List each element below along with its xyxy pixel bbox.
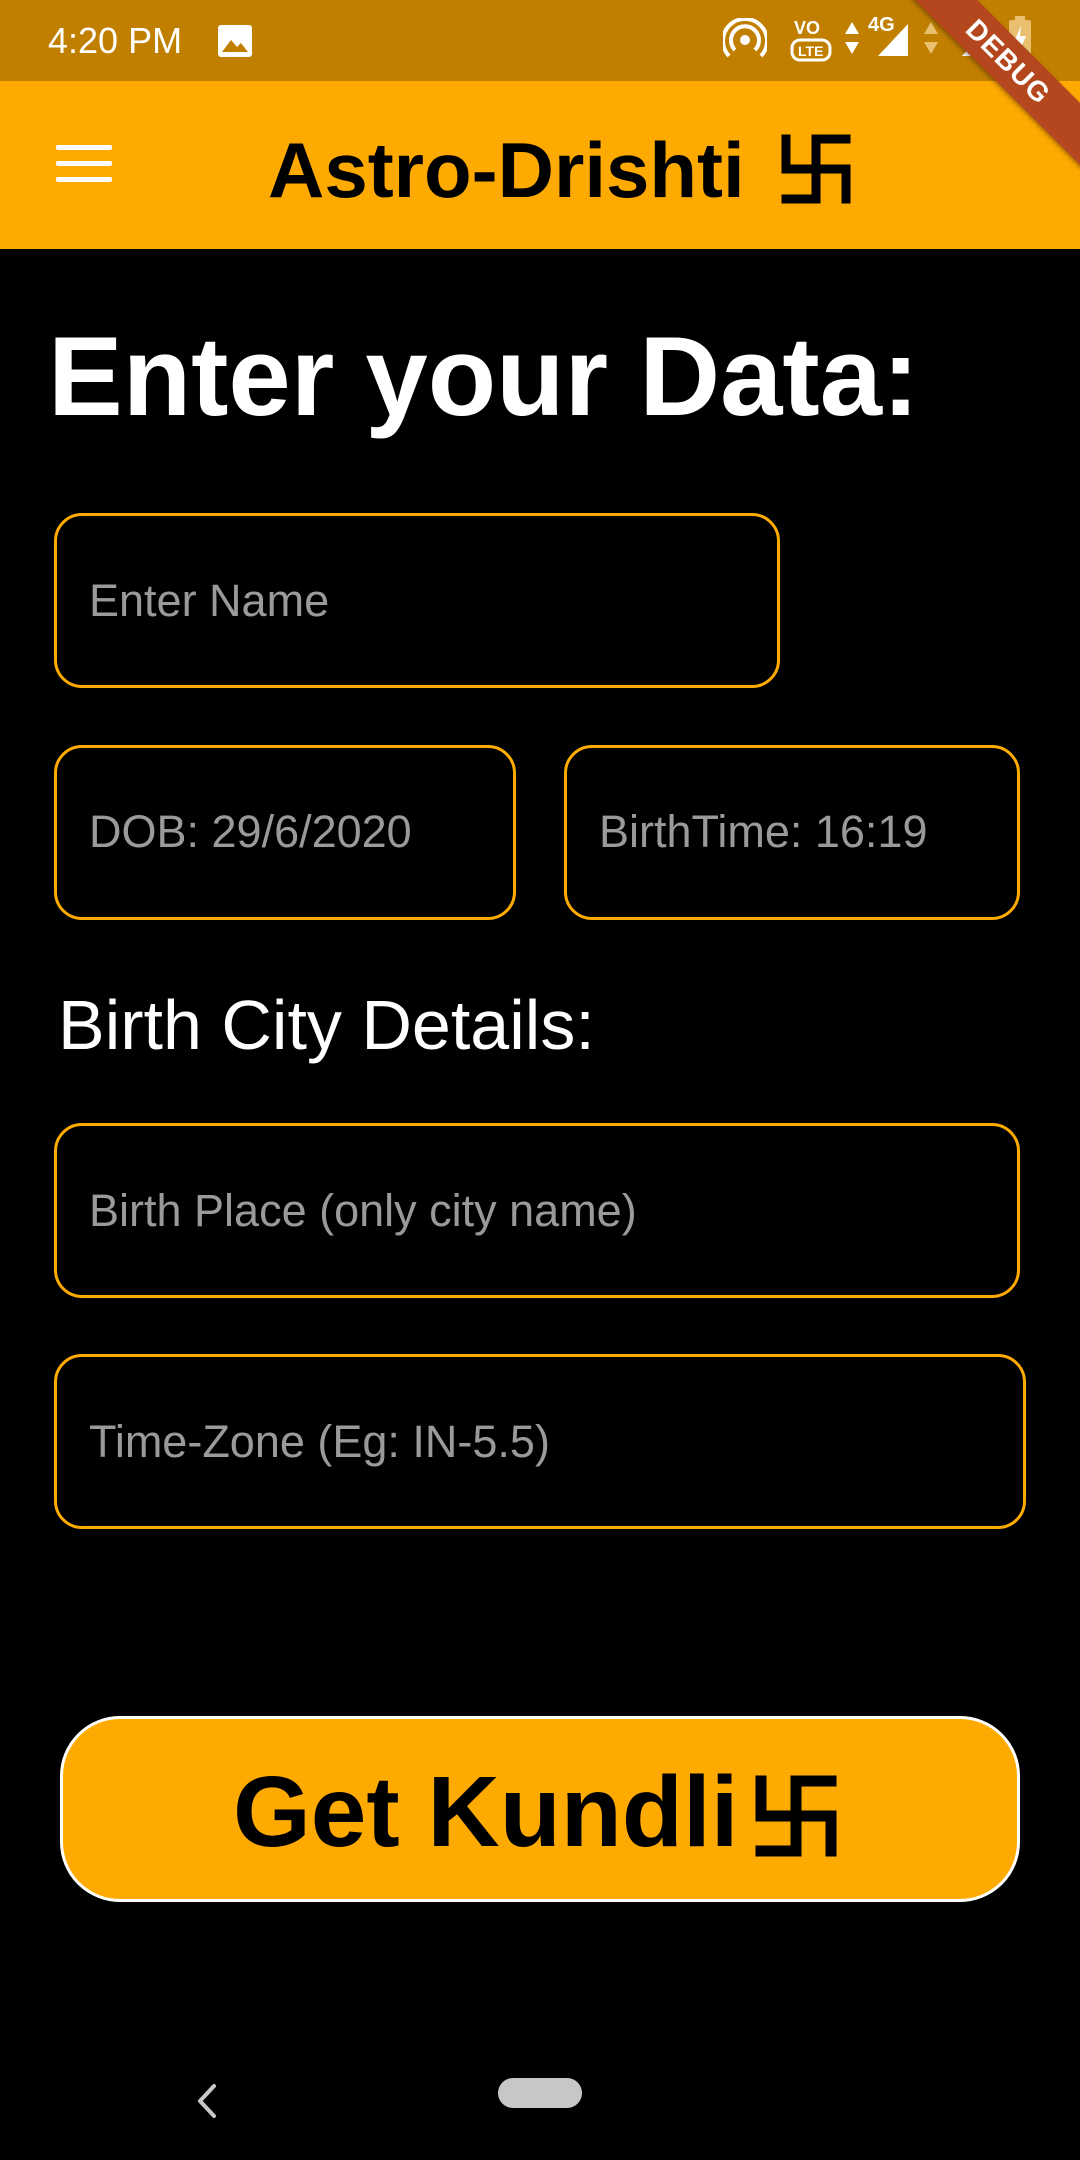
birth-city-section-heading: Birth City Details: — [58, 986, 595, 1064]
screen: 4:20 PM VO LTE 4G DEBUG Astro-Drishti En… — [0, 0, 1080, 2160]
svg-text:VO: VO — [794, 18, 820, 38]
app-bar: Astro-Drishti — [0, 81, 1080, 249]
swastika-symbol-icon — [781, 134, 851, 204]
app-title: Astro-Drishti — [268, 126, 745, 214]
menu-icon[interactable] — [56, 143, 112, 185]
timezone-input[interactable] — [89, 1357, 1005, 1526]
back-icon[interactable] — [192, 2080, 222, 2122]
timezone-field[interactable] — [54, 1354, 1026, 1529]
get-kundli-label: Get Kundli — [233, 1756, 739, 1868]
status-time: 4:20 PM — [48, 20, 183, 61]
birthplace-input[interactable] — [89, 1126, 999, 1295]
dob-field[interactable]: DOB: 29/6/2020 — [54, 745, 516, 920]
swastika-symbol-icon — [755, 1775, 837, 1857]
name-field[interactable] — [54, 513, 780, 688]
gallery-icon — [218, 25, 252, 57]
status-bar: 4:20 PM VO LTE 4G — [0, 0, 1080, 81]
data-arrows-icon — [924, 22, 938, 54]
home-pill[interactable] — [498, 2078, 582, 2108]
dob-value: DOB: 29/6/2020 — [89, 806, 412, 857]
navigation-bar — [0, 2040, 1080, 2160]
signal-icon — [878, 24, 908, 56]
hotspot-icon — [723, 18, 767, 58]
data-arrows-icon — [845, 22, 859, 54]
svg-text:LTE: LTE — [798, 43, 823, 59]
page-title: Enter your Data: — [48, 314, 920, 439]
get-kundli-button[interactable]: Get Kundli — [60, 1716, 1020, 1902]
birthtime-value: BirthTime: 16:19 — [599, 806, 928, 857]
name-input[interactable] — [89, 516, 759, 685]
birthplace-field[interactable] — [54, 1123, 1020, 1298]
birthtime-field[interactable]: BirthTime: 16:19 — [564, 745, 1020, 920]
volte-icon: VO LTE — [790, 18, 832, 62]
